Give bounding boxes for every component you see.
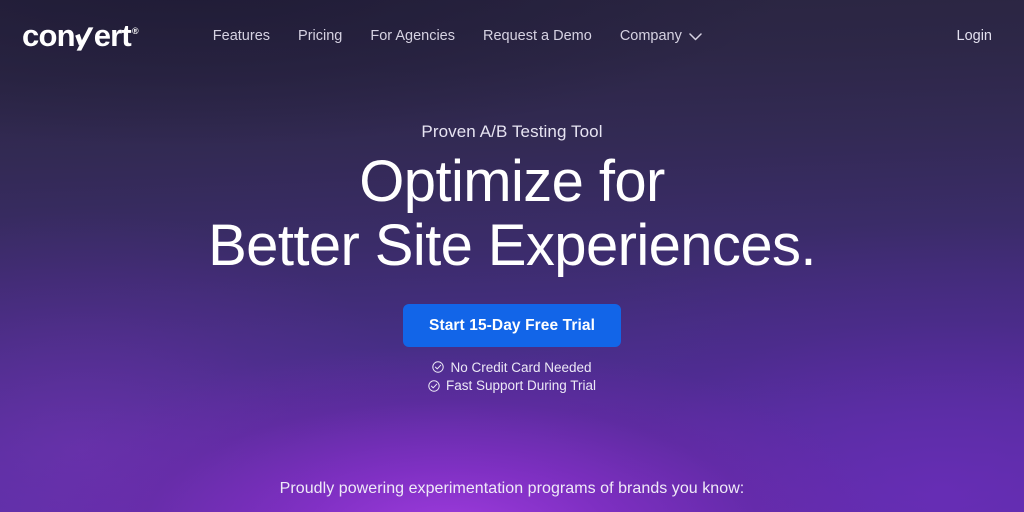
trial-perks-list: No Credit Card Needed Fast Support Durin… [0, 361, 1024, 393]
nav-item-request-a-demo[interactable]: Request a Demo [469, 22, 606, 50]
convert-logo[interactable]: con ert ® [22, 17, 139, 53]
nav-item-features[interactable]: Features [199, 22, 284, 50]
nav-item-label: For Agencies [370, 28, 455, 44]
nav-item-company[interactable]: Company [606, 22, 716, 50]
perk-label: No Credit Card Needed [450, 359, 592, 375]
list-item: No Credit Card Needed [432, 359, 592, 375]
nav-item-label: Request a Demo [483, 28, 592, 44]
hero-eyebrow: Proven A/B Testing Tool [421, 122, 603, 141]
hero-section: Proven A/B Testing Tool Optimize for Bet… [0, 72, 1024, 393]
logo-text-before: con [22, 17, 76, 53]
perk-label: Fast Support During Trial [445, 378, 597, 394]
logo-v-slash-icon [74, 26, 94, 51]
logo-text-after: ert [93, 17, 132, 53]
nav-item-label: Features [212, 28, 271, 44]
list-item: Fast Support During Trial [428, 379, 596, 393]
nav-item-label: Pricing [298, 28, 343, 44]
primary-navigation: Features Pricing For Agencies Request a … [199, 22, 716, 50]
headline-line-1: Optimize for [359, 149, 665, 214]
check-circle-icon [428, 380, 440, 392]
login-link[interactable]: Login [947, 22, 1002, 50]
start-free-trial-button[interactable]: Start 15-Day Free Trial [403, 303, 621, 347]
chevron-down-icon [689, 33, 702, 41]
brands-caption: Proudly powering experimentation program… [279, 480, 745, 497]
nav-item-for-agencies[interactable]: For Agencies [356, 22, 469, 50]
landing-page: con ert ® Features Pricing For Agencies [0, 0, 1024, 512]
header-right-actions: Login [947, 22, 1002, 50]
nav-item-label: Company [619, 28, 682, 44]
logo-registered-mark: ® [131, 25, 139, 36]
cta-container: Start 15-Day Free Trial [0, 303, 1024, 347]
nav-item-pricing[interactable]: Pricing [284, 22, 356, 50]
hero-headline: Optimize for Better Site Experiences. [0, 150, 1024, 278]
check-circle-icon [432, 361, 445, 374]
site-header: con ert ® Features Pricing For Agencies [0, 0, 1024, 72]
headline-line-2: Better Site Experiences. [208, 212, 816, 278]
